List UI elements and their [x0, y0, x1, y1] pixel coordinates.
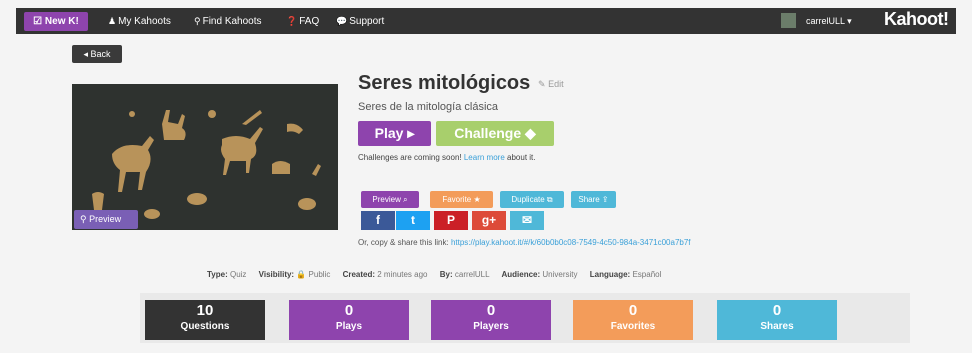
visibility-value: Public [308, 270, 331, 279]
audience-label: Audience: [501, 270, 541, 279]
stat-players-value: 0 [486, 302, 496, 319]
type-value: Quiz [229, 270, 247, 279]
nav-find-kahoots-label: Find Kahoots [202, 16, 262, 27]
cover-image [72, 84, 338, 230]
stat-questions: 10 Questions [145, 300, 265, 340]
stat-plays-label: Plays [335, 321, 363, 332]
challenge-button[interactable]: Challenge ◆ [436, 121, 554, 146]
twitter-share-button[interactable]: t [396, 211, 430, 230]
cover-preview-button[interactable]: ⚲ Preview [74, 210, 138, 229]
back-label: Back [90, 49, 111, 59]
created-label: Created: [342, 270, 376, 279]
page-title: Seres mitológicos [358, 72, 531, 94]
stat-shares-value: 0 [772, 302, 782, 319]
stat-questions-value: 10 [196, 302, 214, 319]
nav-support[interactable]: 💬 Support [336, 8, 384, 34]
stat-shares: 0 Shares [717, 300, 837, 340]
search-icon: ⚲ [194, 16, 201, 26]
favorite-button[interactable]: Favorite ★ [430, 191, 493, 208]
stat-questions-label: Questions [180, 321, 230, 332]
visibility-label: Visibility: [258, 270, 295, 279]
nav-find-kahoots[interactable]: ⚲ Find Kahoots [194, 8, 262, 34]
back-button[interactable]: ◂ Back [72, 45, 122, 63]
language-value: Español [632, 270, 662, 279]
chat-icon: 💬 [336, 16, 348, 26]
stat-favorites: 0 Favorites [573, 300, 693, 340]
stat-players: 0 Players [431, 300, 551, 340]
arrow-left-icon: ◂ [83, 49, 88, 59]
challenge-note-text: Challenges are coming soon! [358, 153, 462, 162]
by-label: By: [439, 270, 453, 279]
kahoot-logo[interactable]: Kahoot! [884, 9, 949, 30]
play-button[interactable]: Play ▸ [358, 121, 431, 146]
challenge-note: Challenges are coming soon! Learn more a… [358, 153, 535, 162]
learn-more-link[interactable]: Learn more [464, 153, 505, 162]
preview-button[interactable]: Preview ⌕ [361, 191, 419, 208]
user-icon: ♟ [108, 16, 117, 26]
edit-link[interactable]: ✎ Edit [538, 79, 564, 90]
nav-faq-label: FAQ [299, 16, 320, 27]
audience-value: University [542, 270, 578, 279]
nav-faq[interactable]: ❓ FAQ [286, 8, 319, 34]
nav-my-kahoots-label: My Kahoots [118, 16, 171, 27]
share-link-row: Or, copy & share this link: https://play… [358, 238, 691, 247]
top-navbar: ☑ New K! ♟ My Kahoots ⚲ Find Kahoots ❓ FAQ … [16, 8, 956, 34]
lock-icon: 🔒 [296, 270, 307, 279]
search-icon: ⚲ [80, 214, 87, 224]
type-label: Type: [207, 270, 228, 279]
by-value: carrelULL [454, 270, 490, 279]
share-link-url[interactable]: https://play.kahoot.it/#/k/60b0b0c08-754… [451, 238, 691, 247]
cave-painting-image [72, 84, 338, 230]
stat-shares-label: Shares [760, 321, 794, 332]
share-button[interactable]: Share ⇪ [571, 191, 616, 208]
stat-favorites-value: 0 [628, 302, 638, 319]
email-share-button[interactable]: ✉ [510, 211, 544, 230]
language-label: Language: [589, 270, 631, 279]
kahoot-meta: Type: Quiz Visibility: 🔒 Public Created:… [207, 270, 661, 279]
created-value: 2 minutes ago [377, 270, 428, 279]
about-it-text: about it. [507, 153, 536, 162]
duplicate-button[interactable]: Duplicate ⧉ [500, 191, 564, 208]
cover-preview-label: Preview [89, 214, 122, 224]
question-icon: ❓ [286, 16, 298, 26]
pinterest-share-button[interactable]: P [434, 211, 468, 230]
stat-favorites-label: Favorites [610, 321, 656, 332]
new-kahoot-button[interactable]: ☑ New K! [24, 12, 88, 31]
nav-my-kahoots[interactable]: ♟ My Kahoots [108, 8, 171, 34]
stat-plays-value: 0 [344, 302, 354, 319]
share-link-prefix: Or, copy & share this link: [358, 238, 449, 247]
nav-support-label: Support [349, 16, 385, 27]
stat-plays: 0 Plays [289, 300, 409, 340]
user-menu[interactable]: carrelULL ▾ [806, 8, 852, 34]
stat-players-label: Players [473, 321, 509, 332]
edit-label: Edit [548, 79, 564, 89]
pencil-icon: ✎ [538, 79, 546, 89]
facebook-share-button[interactable]: f [361, 211, 395, 230]
googleplus-share-button[interactable]: g+ [472, 211, 506, 230]
avatar[interactable] [781, 13, 796, 28]
kahoot-description: Seres de la mitología clásica [358, 101, 499, 113]
